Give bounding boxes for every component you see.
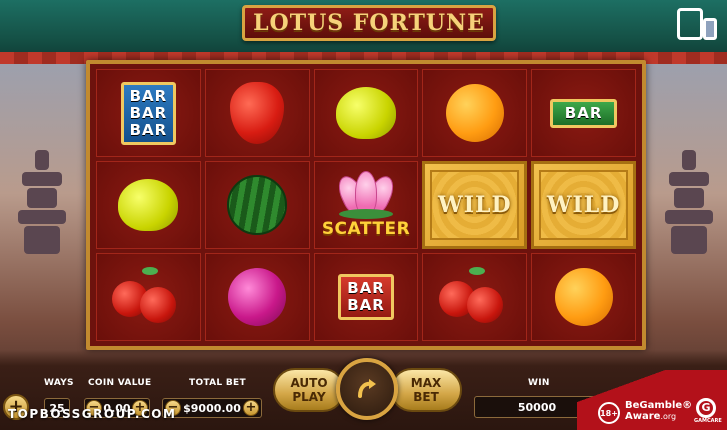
bar-triple-symbol: BAR BAR BAR (120, 81, 177, 145)
watermark-text: TOPBOSSGROUP.COM (8, 407, 177, 421)
auto-play-line1: AUTO (290, 376, 328, 390)
total-bet-value: $9000.00 (183, 401, 241, 415)
strawberry-symbol (230, 82, 285, 144)
reel-cell: WILD (531, 161, 636, 249)
age-restriction-badge: 18+ (598, 402, 620, 424)
game-title: LOTUS FORTUNE (253, 10, 485, 36)
lemon-symbol (118, 179, 179, 231)
scatter-label: SCATTER (321, 219, 411, 239)
orange-symbol (554, 268, 613, 326)
reel-cell (204, 69, 310, 157)
reel-cell (96, 161, 201, 249)
watermelon-symbol (227, 175, 288, 235)
reels-frame: BAR BAR BAR BAR SCATTER WILD WILD BAR BAR (86, 60, 646, 350)
bar-text: BAR (129, 103, 168, 122)
reel-cell (422, 69, 528, 157)
ways-label: WAYS (44, 378, 74, 388)
reel-cell (422, 253, 528, 341)
reel-cell (204, 253, 310, 341)
max-bet-button[interactable]: MAX BET (390, 368, 462, 412)
bar-text: BAR (347, 296, 385, 314)
wild-symbol: WILD (539, 169, 629, 241)
gamcare-label: GAMCARE (694, 418, 722, 424)
device-toggle-icon[interactable] (675, 6, 717, 42)
cherry-symbol (112, 267, 184, 327)
spin-arrow-icon (358, 379, 376, 398)
scatter-symbol: SCATTER (322, 171, 410, 239)
right-pagoda-decoration (659, 150, 719, 290)
auto-play-line2: PLAY (292, 390, 326, 404)
bar-double-symbol: BAR BAR (338, 274, 394, 320)
reel-cell (204, 161, 310, 249)
lotus-icon (333, 171, 399, 219)
win-label: WIN (528, 378, 550, 388)
orange-symbol (445, 84, 504, 142)
gamcare-logo[interactable]: G GAMCARE (694, 398, 722, 426)
reel-cell: WILD (422, 161, 528, 249)
lemon-symbol (335, 87, 396, 139)
reel-cell: BAR BAR BAR (96, 69, 201, 157)
begambleaware-line1: BeGamble® (625, 400, 693, 411)
gamcare-icon: G (696, 398, 716, 418)
reel-cell: BAR (531, 69, 636, 157)
max-bet-line2: BET (413, 390, 439, 404)
bar-text: BAR (347, 279, 385, 297)
plum-symbol (228, 268, 287, 326)
reel-cell: BAR BAR (313, 253, 419, 341)
begambleaware-sub: .org (660, 412, 677, 421)
game-stage: LOTUS FORTUNE BAR BAR BAR BAR SCATTER WILD … (0, 0, 727, 430)
reel-cell (531, 253, 636, 341)
reel-cell (96, 253, 201, 341)
spin-button[interactable] (336, 358, 398, 420)
total-bet-label: TOTAL BET (189, 378, 246, 388)
bar-text: BAR (129, 86, 168, 105)
bar-single-symbol: BAR (549, 98, 618, 128)
reel-cell: SCATTER (313, 161, 419, 249)
reel-grid: BAR BAR BAR BAR SCATTER WILD WILD BAR BAR (96, 69, 636, 341)
left-pagoda-decoration (12, 150, 72, 290)
max-bet-line1: MAX (410, 376, 442, 390)
reel-cell (313, 69, 419, 157)
coin-value-label: COIN VALUE (88, 378, 152, 388)
bar-text: BAR (564, 103, 603, 122)
wild-symbol: WILD (430, 169, 520, 241)
game-title-plaque: LOTUS FORTUNE (242, 5, 496, 41)
bar-text: BAR (129, 120, 168, 139)
begambleaware-line2: Aware (625, 411, 661, 422)
wild-label: WILD (546, 191, 621, 218)
wild-label: WILD (438, 191, 512, 218)
begambleaware-logo[interactable]: BeGamble® Aware.org (625, 400, 692, 422)
cherry-symbol (438, 267, 511, 327)
auto-play-button[interactable]: AUTO PLAY (273, 368, 345, 412)
total-bet-plus-button[interactable]: + (243, 400, 259, 416)
